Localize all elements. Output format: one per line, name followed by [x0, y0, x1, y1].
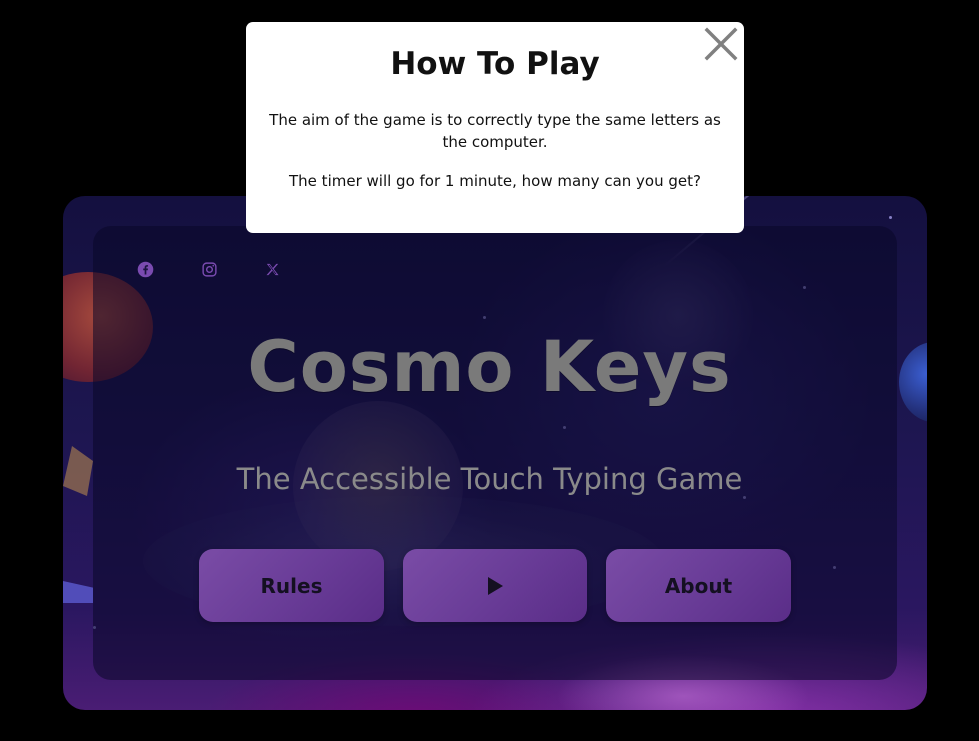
play-button[interactable]: [403, 549, 587, 622]
x-twitter-icon: [266, 263, 279, 275]
star: [889, 216, 892, 219]
facebook-icon: [137, 261, 153, 277]
app-title: Cosmo Keys: [247, 326, 732, 408]
instagram-link[interactable]: [199, 259, 219, 279]
modal-close-button[interactable]: [704, 27, 738, 61]
modal-title: How To Play: [390, 46, 600, 82]
about-button[interactable]: About: [606, 549, 791, 622]
rules-button[interactable]: Rules: [199, 549, 384, 622]
x-twitter-link[interactable]: [262, 259, 282, 279]
ship-wing-image: [63, 581, 93, 603]
close-icon: [704, 27, 738, 61]
play-icon: [487, 576, 503, 595]
how-to-play-modal: How To Play The aim of the game is to co…: [246, 22, 744, 233]
instagram-icon: [201, 261, 217, 277]
modal-paragraph-aim: The aim of the game is to correctly type…: [269, 111, 721, 151]
modal-paragraph-timer: The timer will go for 1 minute, how many…: [289, 172, 701, 190]
app-subtitle: The Accessible Touch Typing Game: [236, 462, 743, 496]
facebook-link[interactable]: [135, 259, 155, 279]
